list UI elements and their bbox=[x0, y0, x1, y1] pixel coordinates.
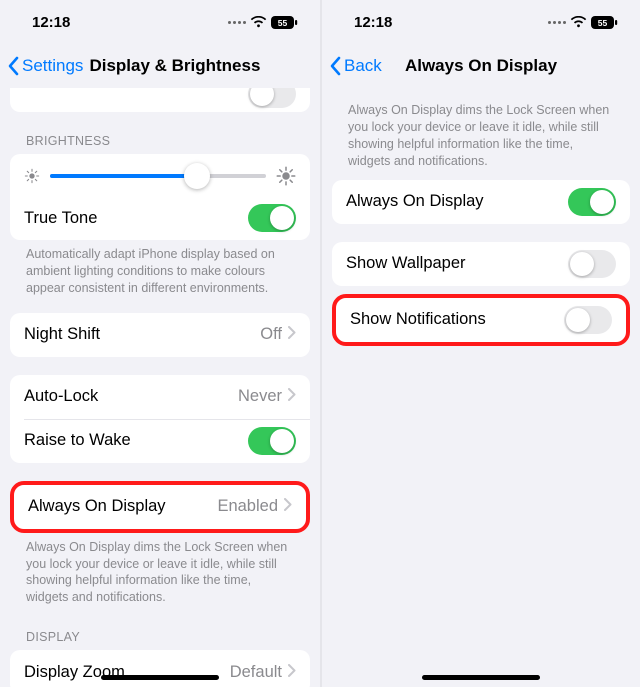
always-on-display-row[interactable]: Always On Display Enabled bbox=[14, 485, 306, 529]
phone-left: 12:18 55 Settings Display & Brightness B… bbox=[0, 0, 320, 687]
back-button[interactable]: Back bbox=[330, 56, 382, 76]
content: BRIGHTNESS True Tone Automatically adapt… bbox=[0, 88, 320, 687]
true-tone-row: True Tone bbox=[10, 196, 310, 240]
chevron-left-icon bbox=[8, 56, 20, 76]
auto-lock-value: Never bbox=[238, 387, 282, 406]
aod-description: Always On Display dims the Lock Screen w… bbox=[332, 88, 630, 180]
show-notifications-group-highlight: Show Notifications bbox=[332, 294, 630, 346]
always-on-display-label: Always On Display bbox=[28, 497, 166, 516]
home-indicator[interactable] bbox=[422, 675, 540, 680]
brightness-group: True Tone bbox=[10, 154, 310, 240]
previous-group-peek bbox=[10, 88, 310, 112]
always-on-display-value: Enabled bbox=[217, 497, 278, 516]
chevron-right-icon bbox=[288, 325, 296, 344]
brightness-slider-row bbox=[10, 154, 310, 196]
nav-bar: Settings Display & Brightness bbox=[0, 44, 320, 88]
brightness-slider[interactable] bbox=[50, 174, 266, 178]
display-zoom-value: Default bbox=[230, 663, 282, 682]
page-title: Always On Display bbox=[405, 56, 557, 76]
sun-large-icon bbox=[276, 166, 296, 186]
chevron-right-icon bbox=[288, 663, 296, 682]
cellular-dots-icon bbox=[548, 21, 566, 24]
back-label: Settings bbox=[22, 56, 83, 76]
wifi-icon bbox=[570, 16, 587, 28]
night-shift-row[interactable]: Night Shift Off bbox=[10, 313, 310, 357]
always-on-display-toggle[interactable] bbox=[568, 188, 616, 216]
raise-to-wake-toggle[interactable] bbox=[248, 427, 296, 455]
chevron-right-icon bbox=[288, 387, 296, 406]
raise-to-wake-row: Raise to Wake bbox=[10, 419, 310, 463]
svg-text:55: 55 bbox=[598, 17, 608, 27]
show-wallpaper-group: Show Wallpaper bbox=[332, 242, 630, 286]
show-wallpaper-toggle[interactable] bbox=[568, 250, 616, 278]
show-wallpaper-label: Show Wallpaper bbox=[346, 254, 466, 273]
show-notifications-toggle[interactable] bbox=[564, 306, 612, 334]
nav-bar: Back Always On Display bbox=[322, 44, 640, 88]
cellular-dots-icon bbox=[228, 21, 246, 24]
status-bar: 12:18 55 bbox=[0, 0, 320, 44]
content: Always On Display dims the Lock Screen w… bbox=[322, 88, 640, 687]
show-wallpaper-row: Show Wallpaper bbox=[332, 242, 630, 286]
display-header: DISPLAY bbox=[10, 620, 310, 650]
chevron-right-icon bbox=[284, 497, 292, 516]
status-indicators: 55 bbox=[548, 16, 618, 29]
aod-master-group: Always On Display bbox=[332, 180, 630, 224]
display-zoom-group: Display Zoom Default bbox=[10, 650, 310, 687]
back-button[interactable]: Settings bbox=[8, 56, 83, 76]
auto-lock-label: Auto-Lock bbox=[24, 387, 98, 406]
night-shift-group: Night Shift Off bbox=[10, 313, 310, 357]
always-on-display-row: Always On Display bbox=[332, 180, 630, 224]
true-tone-footer: Automatically adapt iPhone display based… bbox=[10, 240, 310, 311]
battery-icon: 55 bbox=[271, 16, 298, 29]
battery-icon: 55 bbox=[591, 16, 618, 29]
show-notifications-label: Show Notifications bbox=[350, 310, 486, 329]
status-time: 12:18 bbox=[32, 14, 70, 31]
display-zoom-row[interactable]: Display Zoom Default bbox=[10, 650, 310, 687]
back-label: Back bbox=[344, 56, 382, 76]
true-tone-toggle[interactable] bbox=[248, 204, 296, 232]
phone-right: 12:18 55 Back Always On Display Always O… bbox=[320, 0, 640, 687]
status-indicators: 55 bbox=[228, 16, 298, 29]
true-tone-label: True Tone bbox=[24, 209, 97, 228]
status-bar: 12:18 55 bbox=[322, 0, 640, 44]
status-time: 12:18 bbox=[354, 14, 392, 31]
raise-to-wake-label: Raise to Wake bbox=[24, 431, 131, 450]
svg-text:55: 55 bbox=[278, 17, 288, 27]
sun-small-icon bbox=[24, 168, 40, 184]
always-on-display-label: Always On Display bbox=[346, 192, 484, 211]
wifi-icon bbox=[250, 16, 267, 28]
night-shift-value: Off bbox=[260, 325, 282, 344]
auto-lock-row[interactable]: Auto-Lock Never bbox=[10, 375, 310, 419]
aod-footer: Always On Display dims the Lock Screen w… bbox=[10, 533, 310, 621]
chevron-left-icon bbox=[330, 56, 342, 76]
brightness-header: BRIGHTNESS bbox=[10, 124, 310, 154]
page-title: Display & Brightness bbox=[89, 56, 260, 76]
home-indicator[interactable] bbox=[101, 675, 219, 680]
night-shift-label: Night Shift bbox=[24, 325, 100, 344]
toggle-peek[interactable] bbox=[248, 88, 296, 108]
show-notifications-row: Show Notifications bbox=[336, 298, 626, 342]
lock-group: Auto-Lock Never Raise to Wake bbox=[10, 375, 310, 463]
aod-group-highlight: Always On Display Enabled bbox=[10, 481, 310, 533]
